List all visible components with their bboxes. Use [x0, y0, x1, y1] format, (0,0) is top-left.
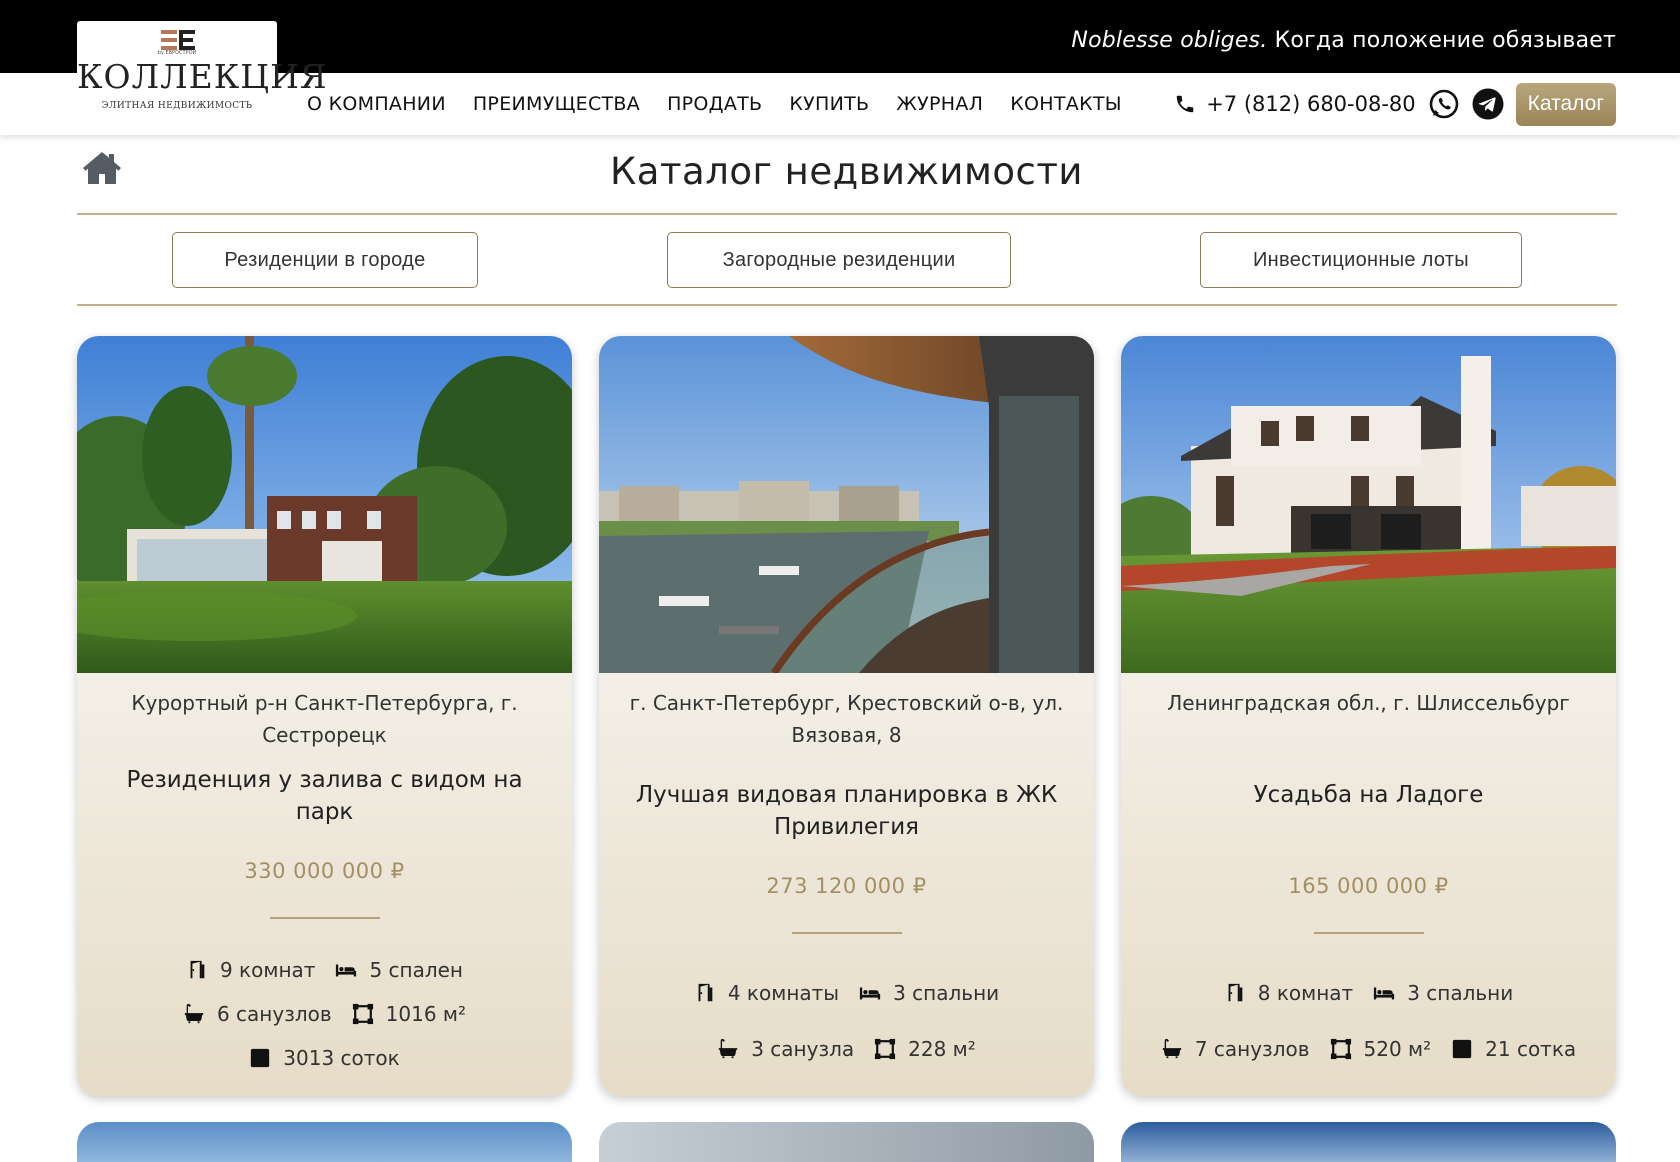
property-card-next[interactable]: [1121, 1122, 1616, 1162]
nav-item-journal[interactable]: ЖУРНАЛ: [896, 93, 983, 115]
property-card[interactable]: Курортный р-н Санкт-Петербурга, г. Сестр…: [77, 336, 572, 1096]
nav-item-buy[interactable]: КУПИТЬ: [789, 93, 869, 115]
divider-top: [77, 213, 1617, 215]
bath-icon: [1161, 1038, 1183, 1060]
property-photo[interactable]: [77, 336, 572, 673]
filter-country-residences[interactable]: Загородные резиденции: [667, 232, 1011, 288]
property-card-next[interactable]: [77, 1122, 572, 1162]
property-features: 9 комнат 5 спален 6 санузлов 1016 м² 301…: [77, 948, 572, 1080]
bedrooms-count: 3 спальни: [1407, 981, 1514, 1005]
catalog-button[interactable]: Каталог: [1515, 82, 1616, 126]
price-divider: [792, 932, 902, 934]
property-title[interactable]: Лучшая видовая планировка в ЖК Привилеги…: [629, 779, 1064, 843]
property-location: Курортный р-н Санкт-Петербурга, г. Сестр…: [131, 691, 518, 747]
bed-icon: [1373, 982, 1395, 1004]
property-card[interactable]: Ленинградская обл., г. Шлиссельбург Усад…: [1121, 336, 1616, 1096]
property-features: 8 комнат 3 спальни 7 санузлов 520 м² 21 …: [1121, 970, 1616, 1072]
property-photo[interactable]: [1121, 336, 1616, 673]
rooms-count: 9 комнат: [219, 958, 316, 982]
rooms-count: 4 комнаты: [727, 981, 840, 1005]
bathrooms-count: 3 санузла: [751, 1037, 855, 1061]
phone-link[interactable]: +7 (812) 680-08-80: [1206, 92, 1415, 116]
property-location: Ленинградская обл., г. Шлиссельбург: [1167, 691, 1570, 715]
bedrooms-count: 5 спален: [369, 958, 464, 982]
property-photo[interactable]: [599, 336, 1094, 673]
telegram-icon[interactable]: [1472, 88, 1504, 120]
bed-icon: [335, 959, 357, 981]
door-icon: [1224, 982, 1246, 1004]
area-icon: [1330, 1038, 1352, 1060]
door-icon: [694, 982, 716, 1004]
property-card[interactable]: г. Санкт-Петербург, Крестовский о-в, ул.…: [599, 336, 1094, 1096]
logo-by: by ЕВРОСТРОЙ: [157, 50, 197, 56]
property-features: 4 комнаты 3 спальни 3 санузла 228 м²: [599, 970, 1094, 1072]
price-divider: [1314, 932, 1424, 934]
area-value: 1016 м²: [385, 1002, 467, 1026]
property-price: 165 000 000 ₽: [1288, 874, 1449, 898]
logo[interactable]: by ЕВРОСТРОЙ КОЛЛЕКЦИЯ ЭЛИТНАЯ НЕДВИЖИМО…: [77, 21, 328, 128]
bathrooms-count: 6 санузлов: [216, 1002, 332, 1026]
plot-value: 3013 соток: [283, 1046, 400, 1070]
property-card-next[interactable]: [599, 1122, 1094, 1162]
filter-city-residences[interactable]: Резиденции в городе: [172, 232, 478, 288]
nav-item-company[interactable]: О КОМПАНИИ: [307, 93, 446, 115]
bath-icon: [183, 1003, 205, 1025]
nav-item-advantages[interactable]: ПРЕИМУЩЕСТВА: [473, 93, 640, 115]
area-icon: [874, 1038, 896, 1060]
bedrooms-count: 3 спальни: [893, 981, 1000, 1005]
main-menu: О КОМПАНИИ ПРЕИМУЩЕСТВА ПРОДАТЬ КУПИТЬ Ж…: [307, 73, 1149, 135]
rooms-count: 8 комнат: [1257, 981, 1354, 1005]
logo-name: КОЛЛЕКЦИЯ: [77, 57, 328, 96]
bed-icon: [859, 982, 881, 1004]
property-price: 273 120 000 ₽: [766, 874, 927, 898]
door-icon: [186, 959, 208, 981]
plot-icon: [249, 1047, 271, 1069]
tagline: Noblesse obliges. Когда положение обязыв…: [1071, 28, 1616, 53]
property-title[interactable]: Резиденция у залива с видом на парк: [107, 764, 542, 828]
area-icon: [352, 1003, 374, 1025]
divider-bottom: [77, 304, 1617, 306]
logo-subtitle: ЭЛИТНАЯ НЕДВИЖИМОСТЬ: [101, 101, 253, 111]
nav-item-contacts[interactable]: КОНТАКТЫ: [1010, 93, 1122, 115]
page-title: Каталог недвижимости: [610, 150, 1083, 193]
bath-icon: [717, 1038, 739, 1060]
area-value: 228 м²: [908, 1037, 976, 1061]
plot-icon: [1451, 1038, 1473, 1060]
filter-investment-lots[interactable]: Инвестиционные лоты: [1200, 232, 1522, 288]
plot-value: 21 сотка: [1485, 1037, 1577, 1061]
contacts-block: +7 (812) 680-08-80 Каталог: [1174, 82, 1616, 126]
price-divider: [270, 917, 380, 919]
whatsapp-icon[interactable]: [1428, 88, 1460, 120]
bathrooms-count: 7 санузлов: [1194, 1037, 1310, 1061]
tagline-motto: Noblesse obliges.: [1071, 28, 1268, 53]
property-location: г. Санкт-Петербург, Крестовский о-в, ул.…: [629, 691, 1064, 747]
property-title[interactable]: Усадьба на Ладоге: [1151, 779, 1586, 811]
property-price: 330 000 000 ₽: [244, 859, 405, 883]
area-value: 520 м²: [1363, 1037, 1432, 1061]
phone-icon: [1176, 95, 1194, 113]
tagline-text: Когда положение обязывает: [1267, 28, 1616, 53]
nav-item-sell[interactable]: ПРОДАТЬ: [667, 93, 762, 115]
